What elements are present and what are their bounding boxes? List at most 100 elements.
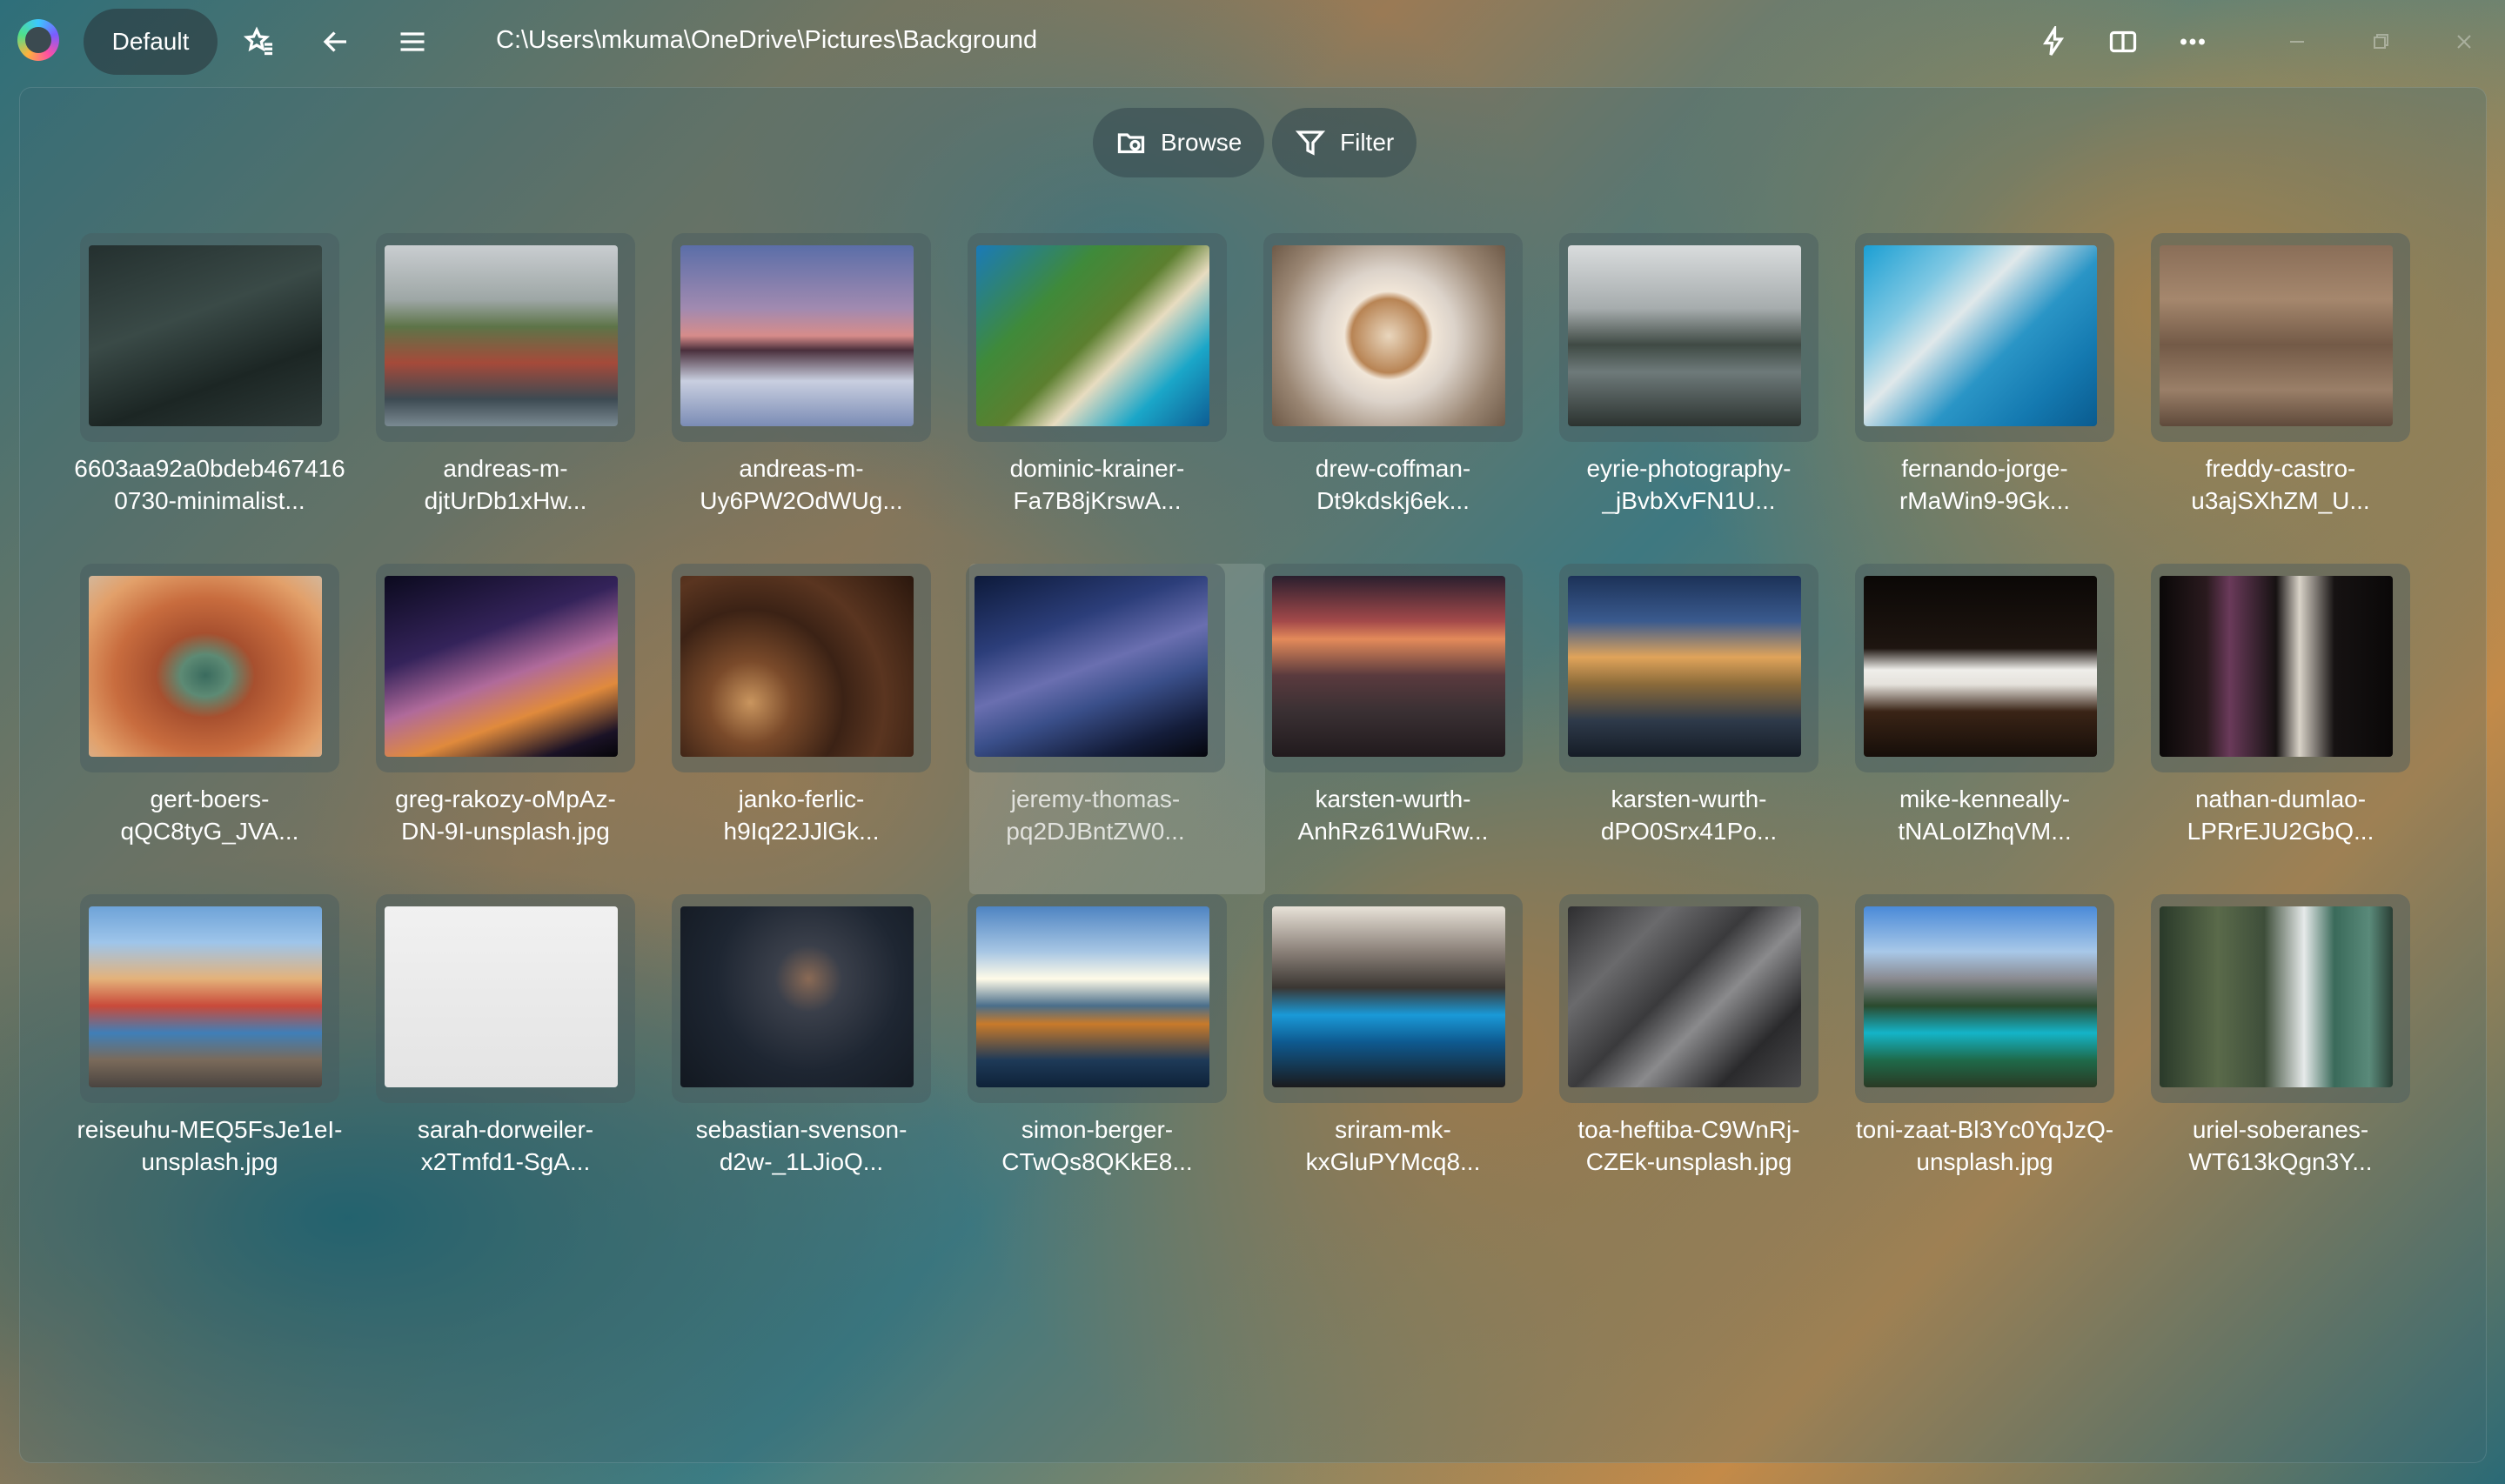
minimize-icon[interactable] [2280, 24, 2314, 59]
image-tile[interactable]: fernando-jorge-rMaWin9-9Gk... [1855, 233, 2154, 564]
filter-label: Filter [1340, 129, 1395, 156]
thumbnail-frame [2151, 564, 2410, 772]
profile-button[interactable]: Default [84, 9, 218, 75]
more-icon[interactable] [2172, 21, 2214, 63]
image-tile[interactable]: reiseuhu-MEQ5FsJe1eI-unsplash.jpg [77, 894, 379, 1225]
image-tile[interactable]: uriel-soberanes- WT613kQgn3Y... [2151, 894, 2450, 1225]
thumbnail-image[interactable] [89, 906, 322, 1087]
file-name-line1: 6603aa92a0bdeb467416 [74, 455, 345, 482]
image-tile[interactable]: drew-coffman- Dt9kdskj6ek... [1263, 233, 1563, 564]
thumbnail-image[interactable] [1568, 576, 1801, 757]
thumbnail-frame [376, 233, 635, 442]
image-tile[interactable]: freddy-castro-u3ajSXhZM_U... [2151, 233, 2450, 564]
file-name-line1: karsten-wurth- [1315, 785, 1471, 812]
thumbnail-frame [1263, 233, 1523, 442]
thumbnail-image[interactable] [89, 576, 322, 757]
thumbnail-image[interactable] [976, 245, 1209, 426]
thumbnail-image[interactable] [2160, 906, 2393, 1087]
file-name-line1: karsten-wurth- [1611, 785, 1767, 812]
image-tile[interactable]: karsten-wurth- AnhRz61WuRw... [1263, 564, 1563, 894]
thumbnail-image[interactable] [975, 576, 1208, 757]
thumbnail-frame [968, 894, 1227, 1103]
file-name: sebastian-svenson-d2w-_1LJioQ... [649, 1113, 954, 1178]
menu-icon[interactable] [392, 21, 433, 63]
favorites-icon[interactable] [238, 21, 280, 63]
image-tile[interactable]: dominic-krainer- Fa7B8jKrswA... [968, 233, 1267, 564]
thumbnail-image[interactable] [385, 576, 618, 757]
address-path[interactable]: C:\Users\mkuma\OneDrive\Pictures\Backgro… [496, 26, 1037, 55]
image-tile[interactable]: toa-heftiba-C9WnRj- CZEk-unsplash.jpg [1559, 894, 1859, 1225]
thumbnail-frame [80, 233, 339, 442]
file-name: toni-zaat-Bl3Yc0YqJzQ-unsplash.jpg [1832, 1113, 2137, 1178]
file-name-line2: dPO0Srx41Po... [1600, 818, 1778, 845]
file-name: karsten-wurth- AnhRz61WuRw... [1241, 783, 1545, 847]
file-name: reiseuhu-MEQ5FsJe1eI-unsplash.jpg [57, 1113, 362, 1178]
image-tile[interactable]: eyrie-photography- _jBvbXvFN1U... [1559, 233, 1859, 564]
file-name-line1: reiseuhu-MEQ5FsJe1eI- [77, 1116, 343, 1143]
thumbnail-image[interactable] [2160, 576, 2393, 757]
file-name-line2: _jBvbXvFN1U... [1602, 487, 1776, 514]
image-tile[interactable]: janko-ferlic-h9Iq22JJlGk... [672, 564, 971, 894]
thumbnail-image[interactable] [1864, 245, 2097, 426]
title-bar: Default C:\Users\mkuma\OneDrive\Pictures… [0, 0, 2505, 84]
thumbnail-frame [2151, 894, 2410, 1103]
image-tile[interactable]: sarah-dorweiler-x2Tmfd1-SgA... [376, 894, 675, 1225]
thumbnail-image[interactable] [680, 576, 914, 757]
image-tile[interactable]: sebastian-svenson-d2w-_1LJioQ... [672, 894, 971, 1225]
app-logo-icon[interactable] [17, 19, 59, 61]
flash-icon[interactable] [2033, 21, 2074, 63]
image-tile[interactable]: simon-berger- CTwQs8QKkE8... [968, 894, 1267, 1225]
thumbnail-frame [1855, 894, 2114, 1103]
thumbnail-image[interactable] [1272, 906, 1505, 1087]
maximize-icon[interactable] [2363, 24, 2398, 59]
thumbnail-image[interactable] [1568, 906, 1801, 1087]
file-name-line2: Dt9kdskj6ek... [1316, 487, 1470, 514]
thumbnail-image[interactable] [2160, 245, 2393, 426]
image-tile[interactable]: jeremy-thomas-pq2DJBntZW0... [966, 564, 1265, 894]
file-name: uriel-soberanes- WT613kQgn3Y... [2128, 1113, 2433, 1178]
file-name-line2: rMaWin9-9Gk... [1899, 487, 2071, 514]
back-icon[interactable] [315, 21, 357, 63]
file-name-line2: CZEk-unsplash.jpg [1585, 1148, 1792, 1175]
image-tile[interactable]: sriram-mk-kxGluPYMcq8... [1263, 894, 1563, 1225]
thumbnail-image[interactable] [385, 906, 618, 1087]
image-tile[interactable]: karsten-wurth-dPO0Srx41Po... [1559, 564, 1859, 894]
image-tile[interactable]: andreas-m- Uy6PW2OdWUg... [672, 233, 971, 564]
filter-icon [1295, 130, 1326, 156]
file-name-line1: freddy-castro- [2205, 455, 2356, 482]
thumbnail-image[interactable] [1568, 245, 1801, 426]
thumbnail-image[interactable] [680, 245, 914, 426]
thumbnail-frame [966, 564, 1225, 772]
thumbnail-image[interactable] [976, 906, 1209, 1087]
file-name: fernando-jorge-rMaWin9-9Gk... [1832, 452, 2137, 517]
image-tile[interactable]: greg-rakozy-oMpAz- DN-9I-unsplash.jpg [376, 564, 675, 894]
file-name-line2: qQC8tyG_JVA... [120, 818, 299, 845]
image-tile[interactable]: gert-boers-qQC8tyG_JVA... [80, 564, 379, 894]
file-name-line2: unsplash.jpg [1916, 1148, 2053, 1175]
thumbnail-frame [1559, 564, 1818, 772]
close-icon[interactable] [2447, 24, 2482, 59]
file-name-line1: toni-zaat-Bl3Yc0YqJzQ- [1855, 1116, 2114, 1143]
thumbnail-frame [1559, 233, 1818, 442]
file-name-line1: uriel-soberanes- [2192, 1116, 2369, 1143]
thumbnail-image[interactable] [680, 906, 914, 1087]
thumbnail-image[interactable] [385, 245, 618, 426]
image-tile[interactable]: nathan-dumlao- LPRrEJU2GbQ... [2151, 564, 2450, 894]
split-view-icon[interactable] [2102, 21, 2144, 63]
filter-button[interactable]: Filter [1272, 108, 1417, 177]
thumbnail-image[interactable] [1272, 245, 1505, 426]
image-tile[interactable]: andreas-m-djtUrDb1xHw... [376, 233, 675, 564]
image-tile[interactable]: 6603aa92a0bdeb467416 0730-minimalist... [74, 233, 379, 564]
thumbnail-frame [80, 564, 339, 772]
image-tile[interactable]: toni-zaat-Bl3Yc0YqJzQ-unsplash.jpg [1855, 894, 2154, 1225]
thumbnail-image[interactable] [89, 245, 322, 426]
thumbnail-image[interactable] [1864, 576, 2097, 757]
image-tile[interactable]: mike-kenneally-tNALoIZhqVM... [1855, 564, 2154, 894]
file-name: sarah-dorweiler-x2Tmfd1-SgA... [353, 1113, 658, 1178]
file-name-line1: greg-rakozy-oMpAz- [395, 785, 616, 812]
thumbnail-image[interactable] [1864, 906, 2097, 1087]
file-name: karsten-wurth-dPO0Srx41Po... [1537, 783, 1841, 847]
thumbnail-image[interactable] [1272, 576, 1505, 757]
file-name: 6603aa92a0bdeb467416 0730-minimalist... [57, 452, 362, 517]
browse-button[interactable]: Browse [1093, 108, 1265, 177]
